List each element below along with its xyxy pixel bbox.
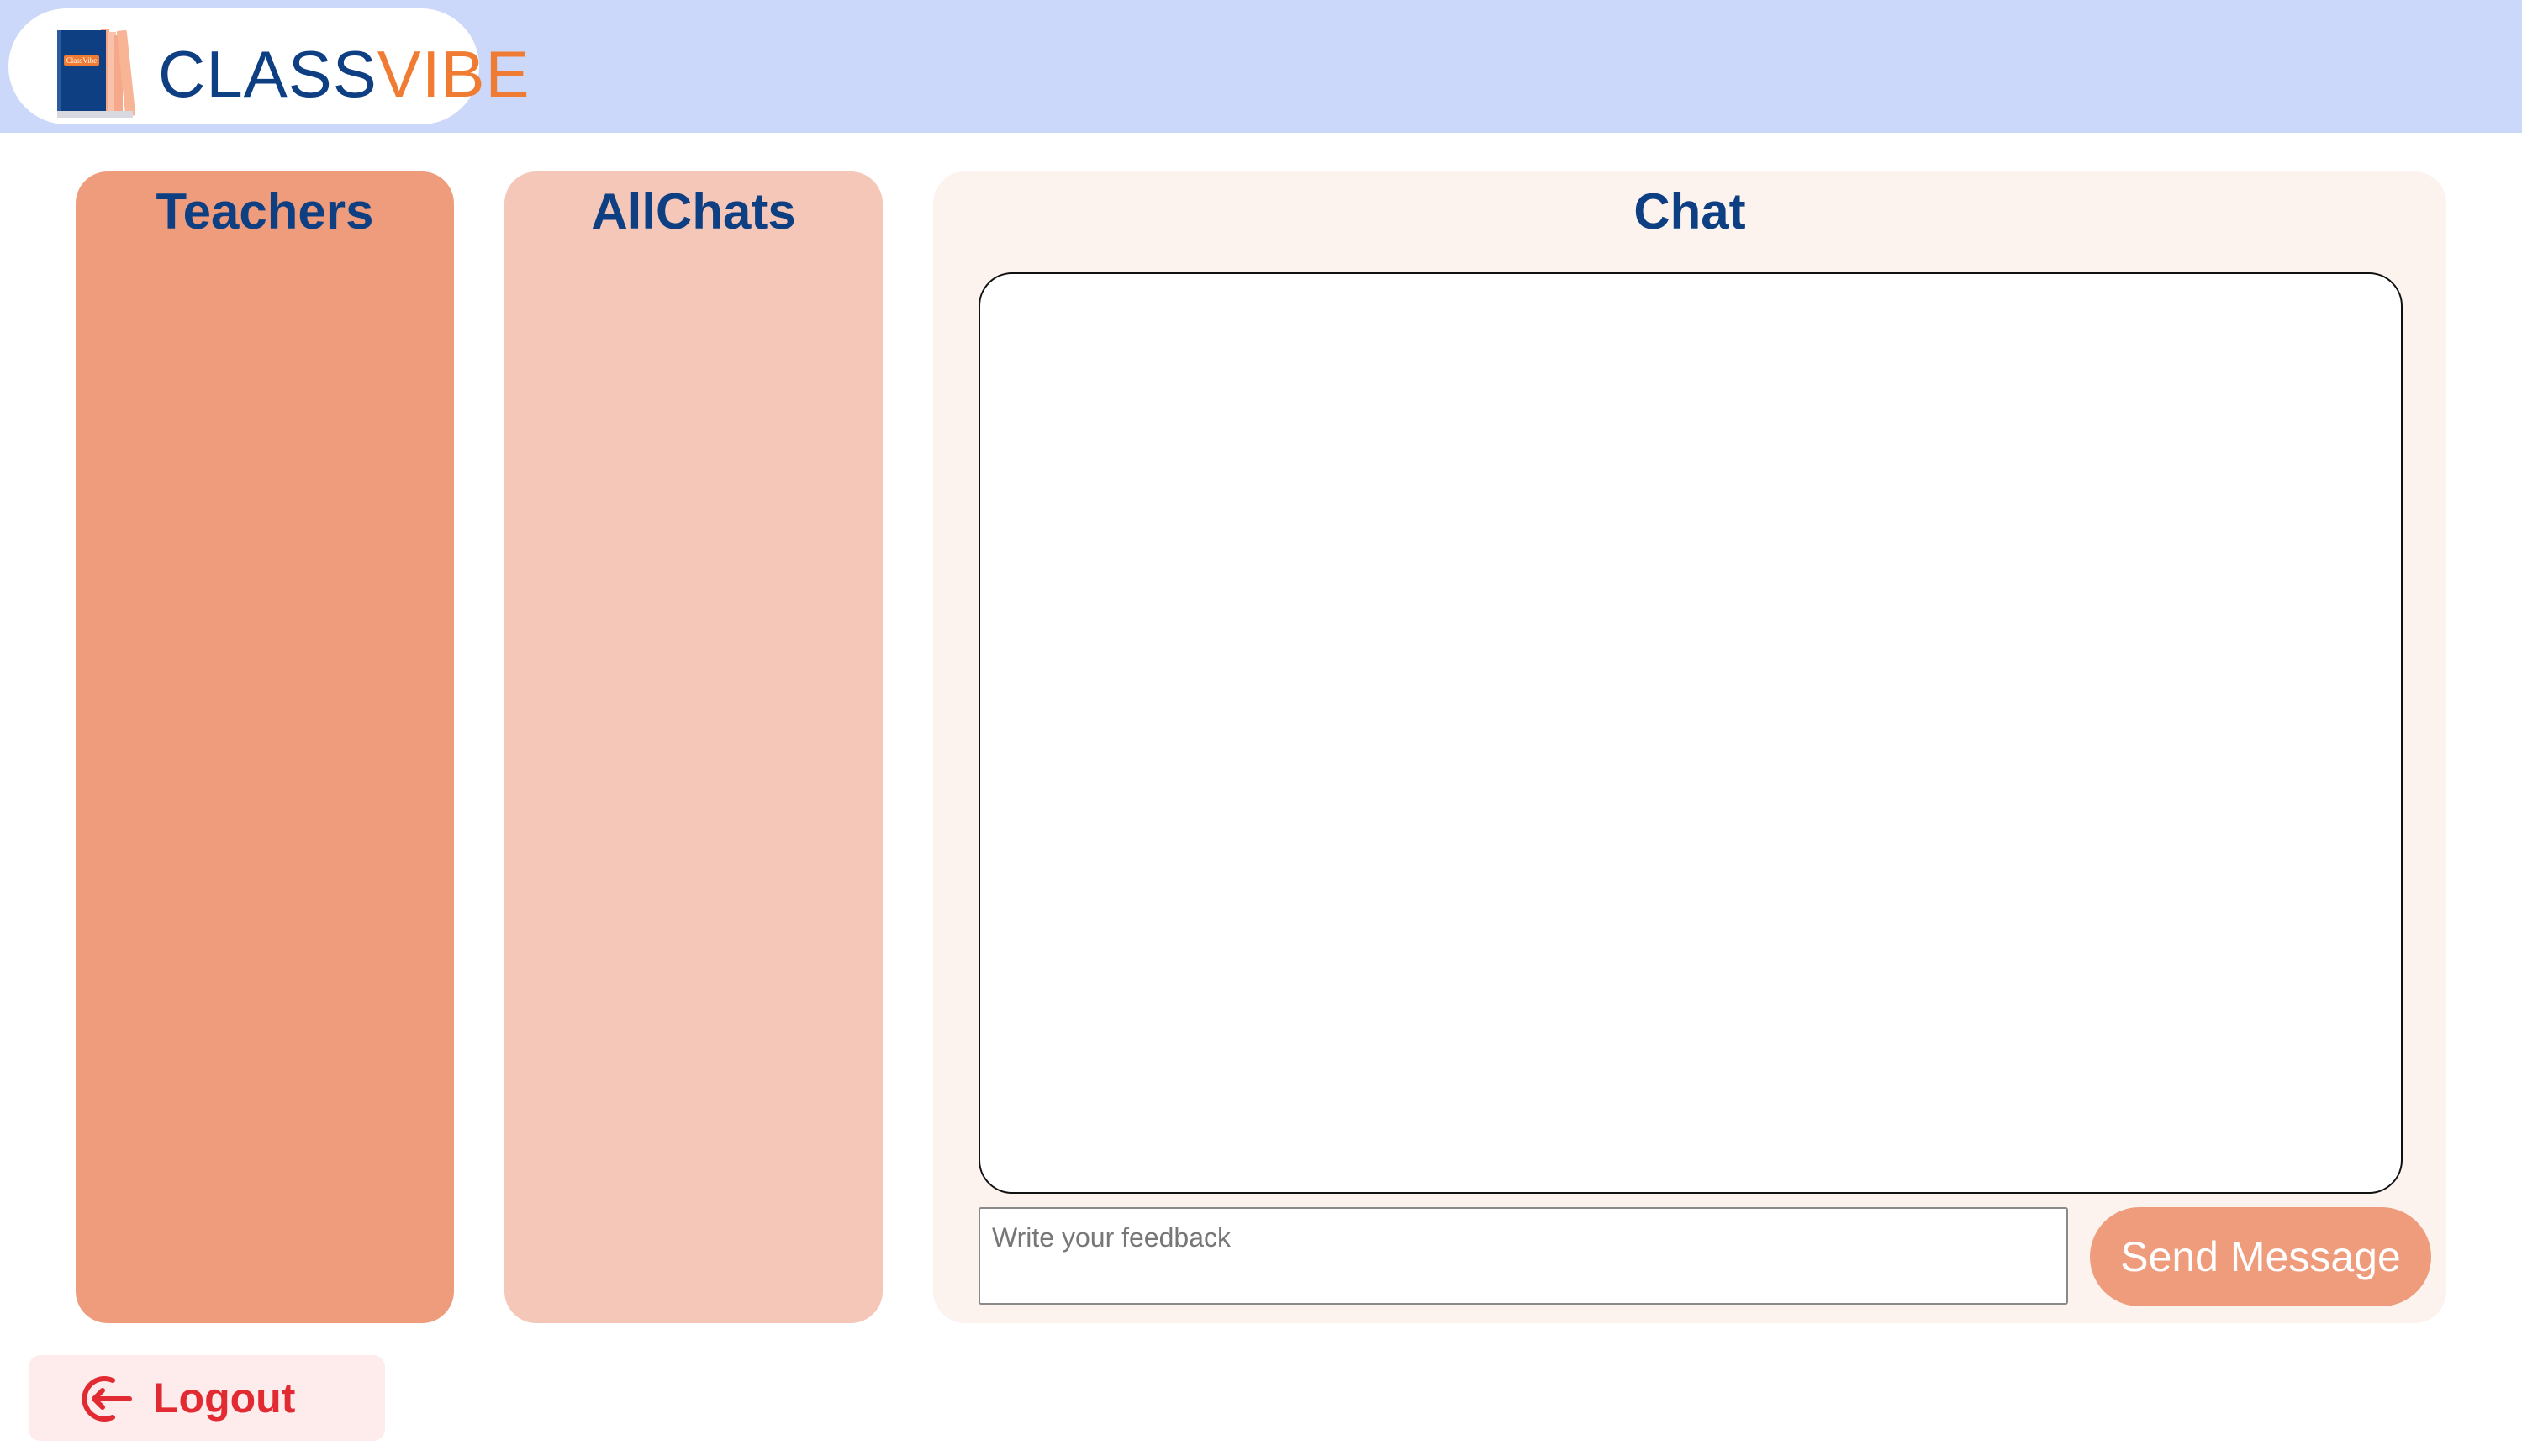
feedback-input[interactable]: [979, 1207, 2068, 1305]
top-header: ClassVibe CLASSVIBE: [0, 0, 2522, 133]
book-icon: ClassVibe: [57, 29, 136, 118]
logo-text-vibe: VIBE: [377, 37, 530, 111]
logo[interactable]: ClassVibe CLASSVIBE: [8, 8, 530, 124]
allchats-panel: AllChats: [504, 171, 883, 1323]
book-cover-text: ClassVibe: [66, 56, 97, 65]
logo-text-class: CLASS: [158, 37, 377, 111]
chat-title: Chat: [1633, 183, 1746, 240]
chat-panel: Chat Send Message: [933, 171, 2446, 1323]
chat-messages-area[interactable]: [979, 272, 2403, 1194]
allchats-title: AllChats: [591, 183, 796, 240]
teachers-title: Teachers: [156, 183, 374, 240]
teachers-panel: Teachers: [76, 171, 454, 1323]
logout-icon: [82, 1376, 132, 1422]
logout-label: Logout: [153, 1374, 296, 1422]
send-message-button[interactable]: Send Message: [2090, 1207, 2431, 1306]
logout-button[interactable]: Logout: [29, 1355, 385, 1441]
logo-wordmark: CLASSVIBE: [158, 34, 530, 114]
